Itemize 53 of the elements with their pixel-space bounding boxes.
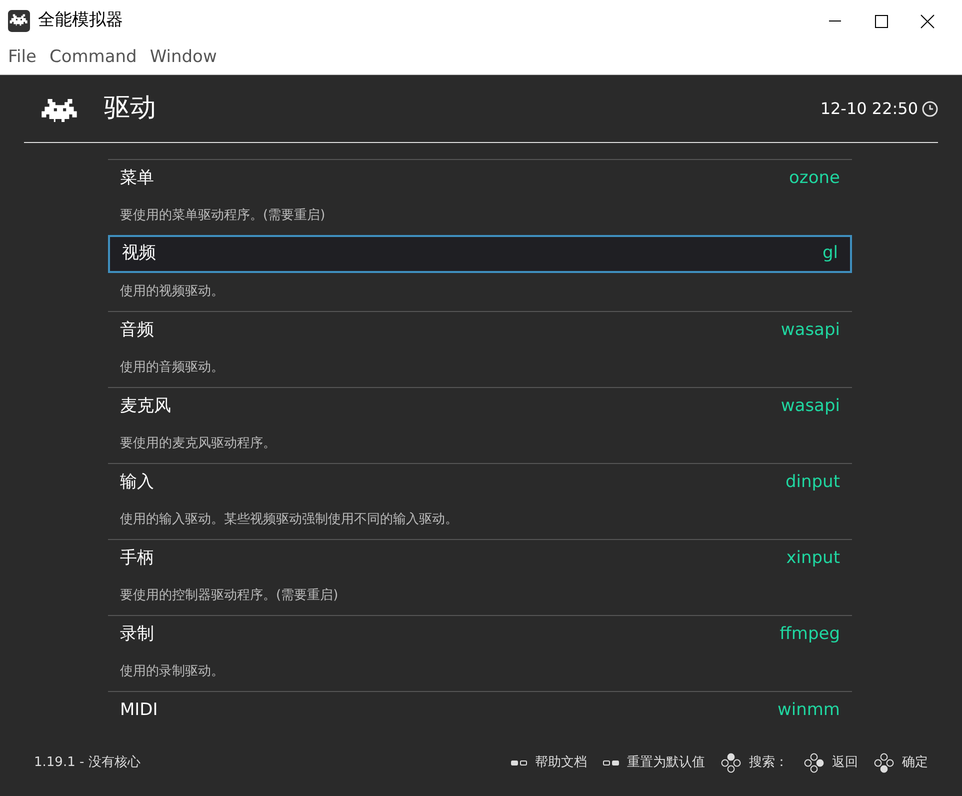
maximize-icon <box>874 15 888 28</box>
minimize-icon <box>828 20 841 22</box>
setting-value: ffmpeg <box>780 622 840 646</box>
setting-label: 输入 <box>120 470 154 494</box>
menu-item[interactable]: Window <box>142 45 222 71</box>
setting-label: 菜单 <box>120 166 154 190</box>
close-icon <box>920 14 934 29</box>
setting-label: 音频 <box>120 318 154 342</box>
menu-item[interactable]: File <box>0 45 42 71</box>
setting-row[interactable]: 录制 ffmpeg <box>108 615 852 653</box>
setting-label: 手柄 <box>120 546 154 570</box>
page-title: 驱动 <box>104 92 156 125</box>
setting-row[interactable]: 麦克风 wasapi <box>108 387 852 425</box>
face-buttons-icon <box>721 753 741 773</box>
face-buttons-icon <box>874 753 894 773</box>
setting-description: 要使用的控制器驱动程序。(需要重启) <box>120 587 338 606</box>
clock-text: 12-10 22:50 <box>820 98 918 120</box>
setting-description: 使用的音频驱动。 <box>120 359 224 378</box>
setting-value: ozone <box>789 166 840 190</box>
window-title: 全能模拟器 <box>38 9 123 32</box>
setting-value: winmm <box>777 698 840 722</box>
setting-value: wasapi <box>780 394 840 418</box>
setting-row[interactable]: 手柄 xinput <box>108 539 852 577</box>
setting-label: 视频 <box>122 242 156 266</box>
setting-description: 使用的输入驱动。某些视频驱动强制使用不同的输入驱动。 <box>120 511 458 530</box>
clock-icon <box>922 100 938 116</box>
hint-label[interactable]: 确定 <box>902 753 928 773</box>
setting-value: dinput <box>785 470 840 494</box>
hint-label[interactable]: 返回 <box>832 753 858 773</box>
setting-value: gl <box>822 242 838 266</box>
setting-label: MIDI <box>120 698 158 722</box>
hint-label[interactable]: 帮助文档 <box>535 753 587 773</box>
setting-label: 录制 <box>120 622 154 646</box>
setting-description: 使用的录制驱动。 <box>120 663 224 682</box>
setting-label: 麦克风 <box>120 394 171 418</box>
setting-row[interactable]: 音频 wasapi <box>108 311 852 349</box>
setting-value: wasapi <box>780 318 840 342</box>
small-buttons-icon <box>511 759 527 767</box>
setting-row[interactable]: 菜单 ozone <box>108 159 852 197</box>
menu-item[interactable]: Command <box>41 45 142 71</box>
hint-label[interactable]: 重置为默认值 <box>627 753 705 773</box>
setting-description: 要使用的麦克风驱动程序。 <box>120 435 276 454</box>
face-buttons-icon <box>804 753 824 773</box>
setting-row[interactable]: 输入 dinput <box>108 463 852 501</box>
setting-row[interactable]: 视频 gl <box>108 235 852 273</box>
setting-description: 使用的视频驱动。 <box>120 283 224 302</box>
setting-value: xinput <box>786 546 840 570</box>
app-logo-icon <box>8 10 30 32</box>
setting-description: 要使用的菜单驱动程序。(需要重启) <box>120 207 326 226</box>
hint-label[interactable]: 搜索： <box>749 753 788 773</box>
version-text: 1.19.1 - 没有核心 <box>34 754 140 772</box>
small-buttons-icon <box>603 759 619 767</box>
setting-row[interactable]: MIDI winmm <box>108 691 852 729</box>
